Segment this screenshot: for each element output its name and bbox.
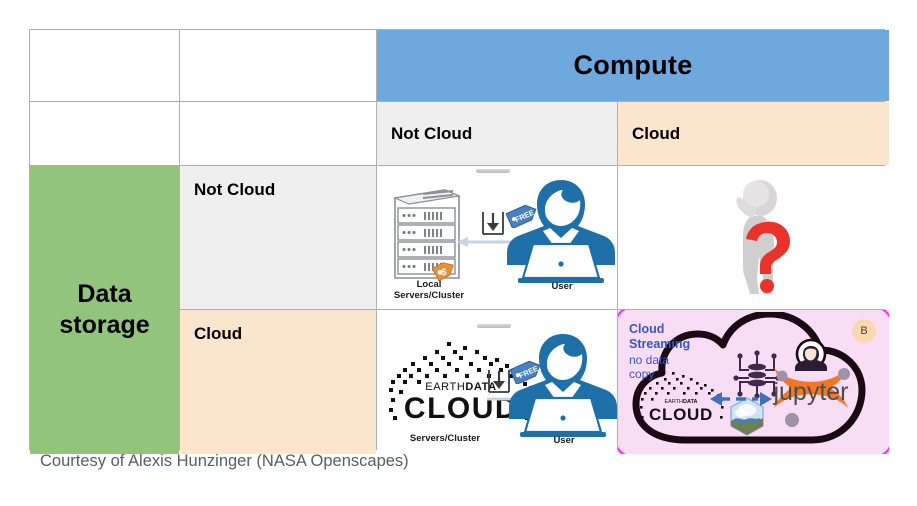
cell-cloud-storage-cloud-compute: Cloud Streaming no data copy B EARTHDATA… — [618, 310, 889, 454]
cloud-wordmark: CLOUD — [649, 405, 713, 424]
blank-corner-cell-3 — [30, 102, 179, 165]
blank-corner-cell-4 — [180, 102, 376, 165]
jupyter-logo-icon: jupyter — [772, 338, 850, 427]
cell-cloud-storage-local-compute: EARTHDATA CLOUD FREE Servers/Cluster Use… — [377, 310, 617, 454]
data-storage-axis-label: Data storage — [59, 279, 149, 342]
user-laptop-icon — [507, 180, 615, 283]
user-laptop-icon — [509, 334, 617, 437]
row-header-not-cloud-label: Not Cloud — [194, 180, 276, 199]
no-data-copy-line2: copy — [629, 367, 655, 382]
row-header-cloud: Cloud — [180, 310, 376, 454]
data-storage-label-line1: Data — [77, 279, 132, 308]
cell-local-storage-cloud-compute — [618, 166, 889, 309]
column-header-cloud-label: Cloud — [632, 123, 681, 143]
no-data-copy-line1: no data — [629, 352, 670, 367]
cloud-streaming-line1: Cloud — [629, 322, 665, 336]
figure-caption: Courtesy of Alexis Hunzinger (NASA Opens… — [40, 452, 409, 470]
column-header-cloud: Cloud — [618, 102, 889, 165]
local-servers-line1: Local — [416, 279, 442, 290]
compute-axis-header: Compute — [377, 30, 889, 101]
column-header-not-cloud: Not Cloud — [377, 102, 617, 165]
column-header-not-cloud-label: Not Cloud — [391, 123, 473, 143]
jupyter-wordmark: jupyter — [772, 378, 848, 406]
user-label: User — [553, 435, 575, 446]
cell-local-storage-local-compute: $ FREE Local Servers/Cluster User — [377, 166, 617, 309]
user-label: User — [551, 281, 573, 292]
compute-axis-label: Compute — [573, 50, 693, 80]
blank-corner-cell-2 — [180, 30, 376, 101]
local-servers-line2: Servers/Cluster — [393, 289, 465, 301]
row-header-not-cloud: Not Cloud — [180, 166, 376, 309]
device-sliver-icon — [477, 324, 511, 328]
data-storage-axis-header: Data storage — [30, 166, 179, 454]
local-servers-label: Local Servers/Cluster — [385, 279, 473, 302]
data-storage-label-line2: storage — [59, 311, 150, 339]
thinking-person-icon — [736, 180, 790, 294]
row-header-cloud-label: Cloud — [194, 324, 243, 343]
blank-corner-cell-1 — [30, 30, 179, 101]
cost-tag-label: $ — [441, 267, 446, 277]
cloud-compute-matrix: Compute Not Cloud Cloud Data storage Not… — [29, 29, 889, 454]
cloud-streaming-line2: Streaming — [629, 337, 691, 352]
servers-cluster-label: Servers/Cluster — [409, 433, 481, 444]
slide-badge-b: B — [852, 319, 876, 343]
cloud-streaming-label: Cloud Streaming no data copy — [629, 322, 690, 382]
